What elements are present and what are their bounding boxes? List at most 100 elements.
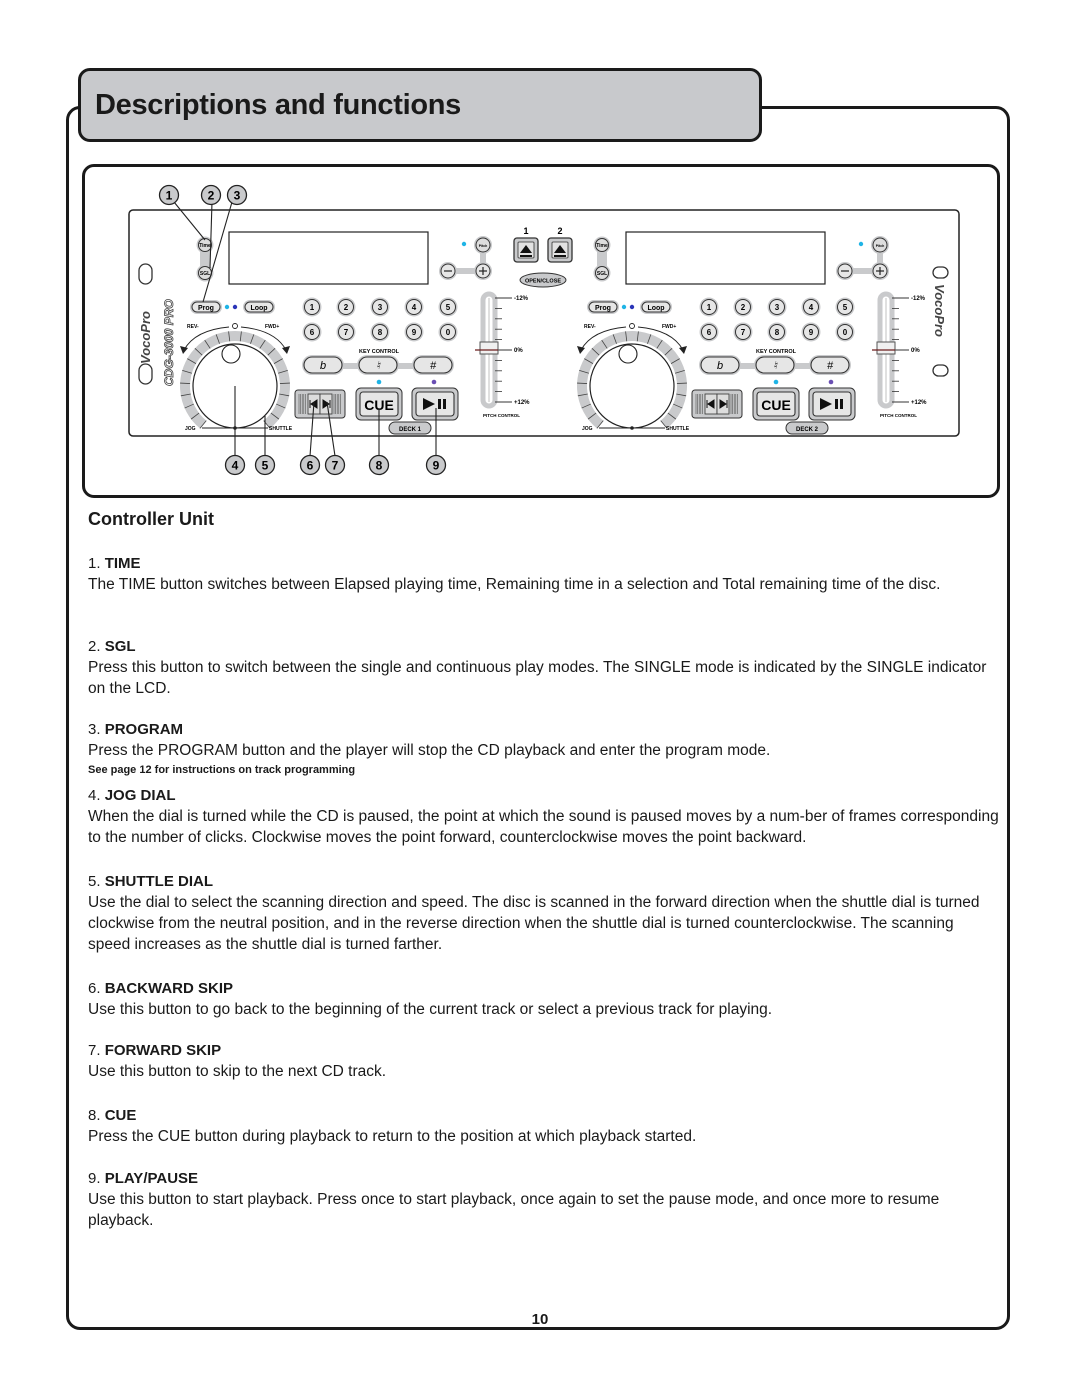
pitch-control-label: PITCH CONTROL — [880, 413, 917, 418]
pitch-scale-label: +12% — [911, 400, 927, 406]
jog-finger-hole — [221, 344, 241, 364]
backward-skip-button[interactable] — [704, 393, 718, 415]
eject-button-1[interactable] — [513, 237, 539, 263]
eject-button-2[interactable] — [547, 237, 573, 263]
sgl-button[interactable]: SGL — [593, 264, 611, 282]
pitch-scale-label: +12% — [514, 400, 530, 406]
number-key-label: 2 — [741, 303, 746, 312]
number-key-3[interactable]: 3 — [767, 297, 787, 317]
number-key-7[interactable]: 7 — [733, 322, 753, 342]
number-key-0[interactable]: 0 — [835, 322, 855, 342]
number-key-6[interactable]: 6 — [302, 322, 322, 342]
item-heading: 5. SHUTTLE DIAL — [88, 872, 1000, 892]
key-flat-button[interactable]: b — [699, 355, 741, 375]
number-key-1[interactable]: 1 — [699, 297, 719, 317]
item-number: 1. — [88, 555, 101, 572]
pitch-led — [461, 241, 467, 247]
rev-label: REV- — [584, 324, 596, 330]
number-key-label: 6 — [707, 328, 712, 337]
number-key-4[interactable]: 4 — [801, 297, 821, 317]
time-button[interactable]: Time — [593, 236, 611, 254]
pitch-minus-button[interactable] — [439, 262, 457, 280]
callout-6: 6 — [299, 454, 321, 476]
forward-skip-button[interactable] — [716, 393, 730, 415]
item-9: 9. PLAY/PAUSE Use this button to start pl… — [88, 1169, 1000, 1231]
item-heading: 4. JOG DIAL — [88, 786, 1000, 806]
led-blue — [629, 304, 635, 310]
item-title: FORWARD SKIP — [104, 1042, 222, 1059]
pitch-minus-button[interactable] — [836, 262, 854, 280]
key-button-label: b — [320, 360, 326, 372]
cue-button[interactable]: CUE — [752, 387, 800, 421]
number-key-0[interactable]: 0 — [438, 322, 458, 342]
prog-button[interactable]: Prog — [190, 300, 222, 314]
time-button-label: Time — [596, 243, 608, 249]
page-title: Descriptions and functions — [95, 89, 462, 121]
key-sharp-button[interactable]: # — [809, 355, 851, 375]
number-key-label: 0 — [446, 328, 451, 337]
controller-diagram: VocoPro CDG-3000 PRO VocoPro Time SGL Prog… — [128, 184, 960, 476]
fwd-label: FWD+ — [662, 324, 676, 330]
number-key-label: 3 — [775, 303, 780, 312]
number-key-5[interactable]: 5 — [835, 297, 855, 317]
pitch-button[interactable]: Pitch — [871, 236, 889, 254]
item-note: See page 12 for instructions on track pr… — [88, 764, 356, 776]
jog-finger-hole — [618, 344, 638, 364]
pitch-scale-label: 0% — [911, 348, 920, 354]
key-flat-button[interactable]: b — [302, 355, 344, 375]
key-sharp-button[interactable]: # — [412, 355, 454, 375]
play-led — [828, 379, 834, 385]
pitch-plus-button[interactable] — [871, 262, 889, 280]
loop-button[interactable]: Loop — [243, 300, 275, 314]
rev-label: REV- — [187, 324, 199, 330]
number-key-8[interactable]: 8 — [370, 322, 390, 342]
play-pause-button[interactable] — [808, 387, 856, 421]
number-key-label: 7 — [741, 328, 746, 337]
item-1: 1. TIME The TIME button switches between … — [88, 554, 1000, 595]
forward-skip-button[interactable] — [319, 393, 333, 415]
loop-button[interactable]: Loop — [640, 300, 672, 314]
item-number: 7. — [88, 1042, 101, 1059]
item-description: Use this button to skip to the next CD t… — [88, 1063, 387, 1080]
jog-label: JOG — [582, 426, 593, 432]
number-key-4[interactable]: 4 — [404, 297, 424, 317]
led-cyan — [224, 304, 230, 310]
number-key-1[interactable]: 1 — [302, 297, 322, 317]
number-key-2[interactable]: 2 — [336, 297, 356, 317]
item-number: 9. — [88, 1170, 101, 1187]
led-cyan — [621, 304, 627, 310]
number-key-7[interactable]: 7 — [336, 322, 356, 342]
item-description: When the dial is turned while the CD is … — [88, 808, 999, 846]
callout-number: 5 — [262, 459, 269, 473]
play-pause-button[interactable] — [411, 387, 459, 421]
prog-button-label: Prog — [595, 305, 611, 312]
callout-2: 2 — [200, 184, 222, 206]
key-natural-button[interactable]: ♮ — [357, 355, 399, 375]
loop-button-label: Loop — [647, 305, 664, 312]
item-heading: 1. TIME — [88, 554, 1000, 574]
callout-5: 5 — [254, 454, 276, 476]
prog-button[interactable]: Prog — [587, 300, 619, 314]
callout-1: 1 — [158, 184, 180, 206]
number-key-9[interactable]: 9 — [801, 322, 821, 342]
pitch-plus-button[interactable] — [474, 262, 492, 280]
number-key-5[interactable]: 5 — [438, 297, 458, 317]
item-4: 4. JOG DIAL When the dial is turned while… — [88, 786, 1000, 848]
deck-name: DECK 2 — [796, 427, 819, 433]
number-key-3[interactable]: 3 — [370, 297, 390, 317]
key-natural-button[interactable]: ♮ — [754, 355, 796, 375]
item-title: CUE — [104, 1107, 137, 1124]
pitch-button[interactable]: Pitch — [474, 236, 492, 254]
callout-3: 3 — [226, 184, 248, 206]
item-6: 6. BACKWARD SKIP Use this button to go ba… — [88, 979, 1000, 1020]
item-number: 2. — [88, 638, 101, 655]
number-key-2[interactable]: 2 — [733, 297, 753, 317]
pitch-scale-label: -12% — [514, 296, 529, 302]
shuttle-label: SHUTTLE — [269, 426, 293, 432]
open-close-button[interactable]: OPEN/CLOSE — [519, 272, 567, 288]
number-key-6[interactable]: 6 — [699, 322, 719, 342]
number-key-8[interactable]: 8 — [767, 322, 787, 342]
number-key-9[interactable]: 9 — [404, 322, 424, 342]
item-number: 8. — [88, 1107, 101, 1124]
item-title: PLAY/PAUSE — [104, 1170, 199, 1187]
